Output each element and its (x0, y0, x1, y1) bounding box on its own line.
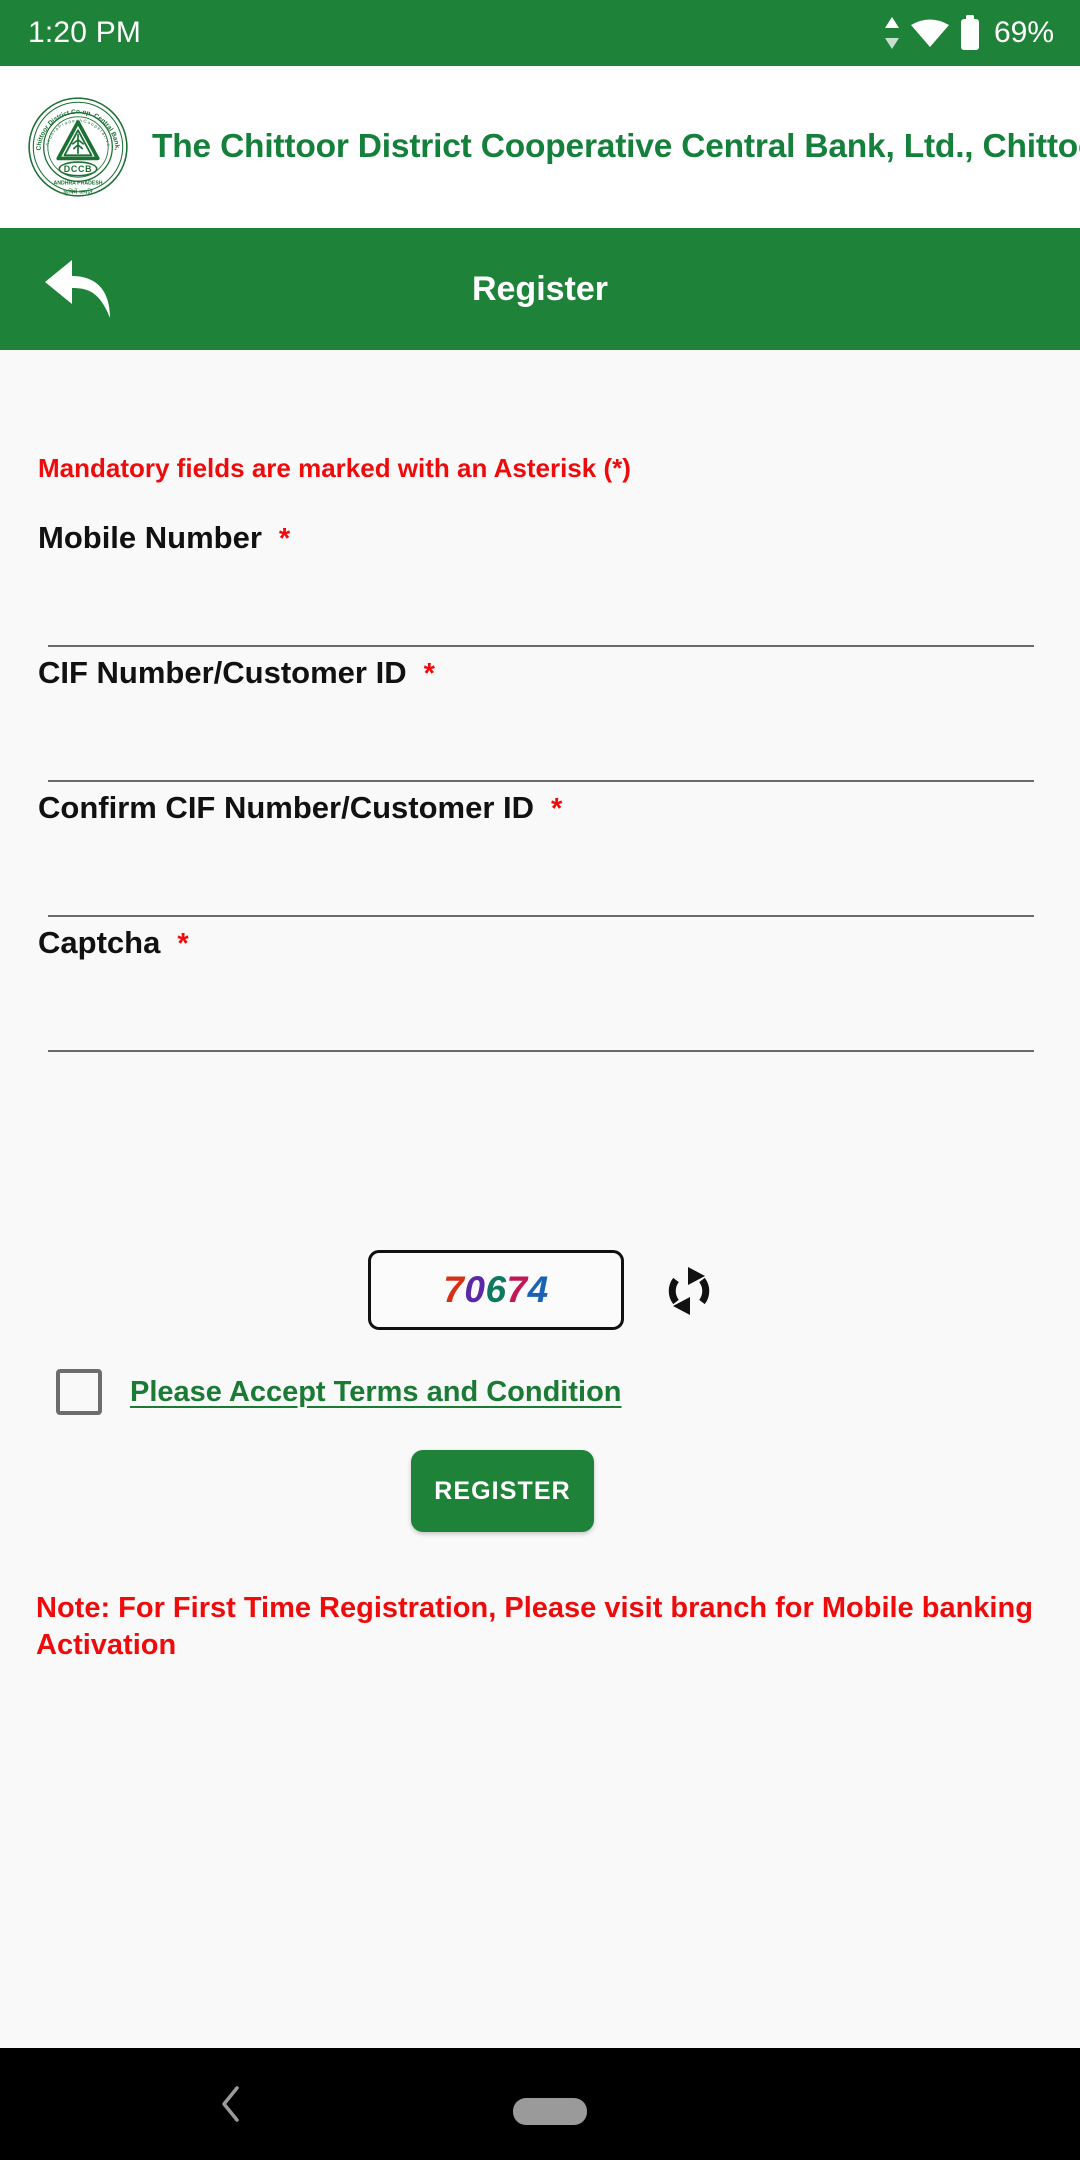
terms-checkbox[interactable] (56, 1369, 102, 1415)
field-label: Captcha * (38, 925, 189, 960)
svg-text:DCCB: DCCB (64, 164, 93, 174)
app-bar: Register (0, 228, 1080, 350)
nav-back-icon (222, 2086, 239, 2122)
captcha-digit: 4 (527, 1269, 549, 1310)
battery-percent: 69% (993, 16, 1054, 49)
mobile-number-underline (48, 645, 1034, 647)
status-icons: 69% (883, 15, 1054, 51)
terms-and-conditions-link[interactable]: Please Accept Terms and Condition (130, 1376, 622, 1409)
captcha-row: 70674 (0, 1250, 1080, 1342)
system-navigation-bar (0, 2048, 1080, 2160)
required-asterisk: * (278, 523, 291, 555)
terms-row: Please Accept Terms and Condition (0, 1362, 1080, 1422)
nav-back-button[interactable] (210, 2082, 254, 2126)
captcha-underline (48, 1050, 1034, 1052)
cif-number-underline (48, 780, 1034, 782)
battery-icon (960, 15, 979, 50)
captcha-digit: 7 (443, 1269, 465, 1310)
app-screen: 1:20 PM 69% Chittoor District Co-op. Cen… (0, 0, 1080, 2160)
captcha-digit: 6 (485, 1269, 507, 1310)
register-form: Mandatory fields are marked with an Aste… (0, 350, 1080, 2048)
cif-number-input[interactable] (48, 707, 1034, 767)
captcha-code: 70674 (443, 1269, 548, 1311)
svg-text:ANDHRA PRADESH: ANDHRA PRADESH (53, 180, 102, 186)
register-button[interactable]: REGISTER (411, 1450, 594, 1532)
field-label: Mobile Number * (38, 520, 291, 555)
required-asterisk: * (177, 928, 189, 960)
required-asterisk: * (551, 793, 563, 825)
mobile-number-input[interactable] (48, 572, 1034, 632)
dccb-logo: The Chittoor District Co-op. Central Ban… (26, 95, 128, 197)
captcha-image: 70674 (368, 1250, 624, 1330)
confirm-cif-number-input[interactable] (48, 842, 1034, 902)
status-bar: 1:20 PM 69% (0, 0, 1080, 66)
registration-note: Note: For First Time Registration, Pleas… (36, 1592, 1033, 1662)
data-transfer-icon (884, 17, 899, 49)
wifi-icon (910, 19, 949, 47)
field-label: Confirm CIF Number/Customer ID * (38, 790, 563, 825)
refresh-icon (668, 1267, 710, 1315)
nav-home-pill[interactable] (513, 2098, 587, 2125)
status-time: 1:20 PM (28, 16, 142, 49)
captcha-digit: 0 (464, 1269, 486, 1310)
bank-title: The Chittoor District Cooperative Centra… (152, 128, 1080, 165)
required-asterisk: * (423, 658, 435, 690)
svg-text:कृषिर्मे जयति: कृषिर्मे जयति (63, 188, 93, 196)
captcha-input[interactable] (48, 977, 1034, 1037)
mandatory-note: Mandatory fields are marked with an Aste… (38, 453, 631, 483)
page-title: Register (471, 269, 609, 308)
captcha-digit: 7 (506, 1269, 528, 1310)
confirm-cif-number-underline (48, 915, 1034, 917)
field-label: CIF Number/Customer ID * (38, 655, 435, 690)
bank-header: The Chittoor District Co-op. Central Ban… (0, 66, 1080, 228)
refresh-captcha-button[interactable] (658, 1260, 720, 1322)
